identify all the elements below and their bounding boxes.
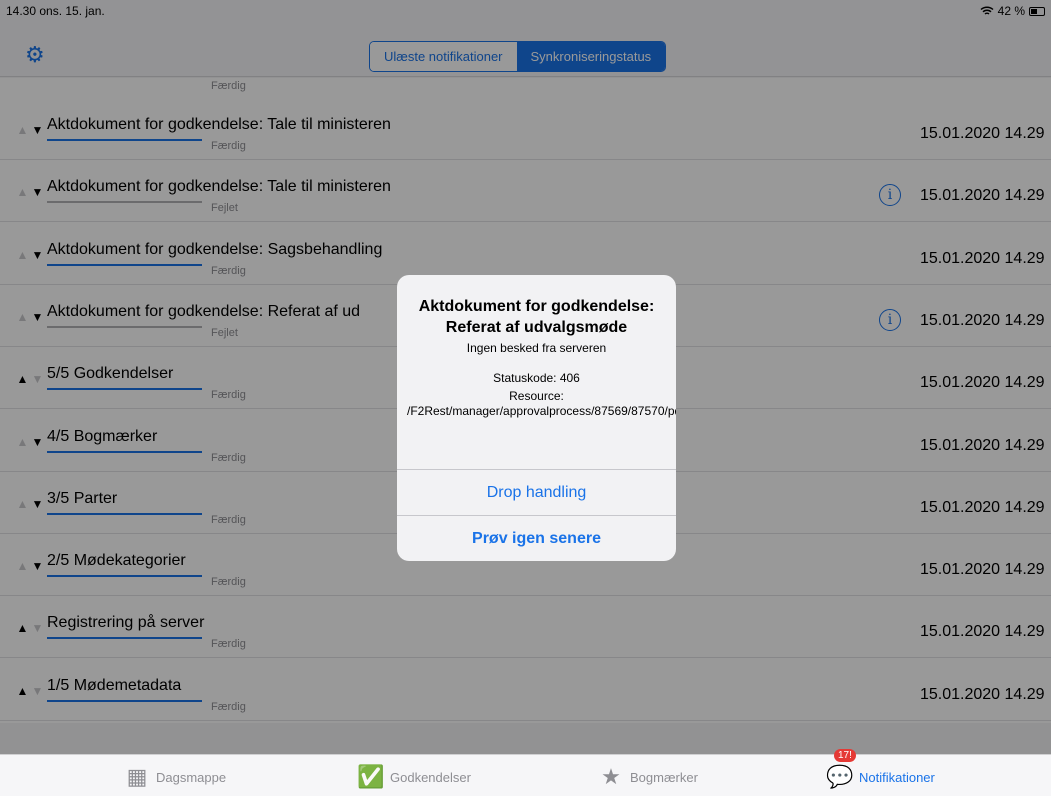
tab-godkendelser-label: Godkendelser [390,769,471,785]
check-badge-icon: ✅ [357,764,385,789]
dialog-message: Ingen besked fra serveren [466,341,607,355]
drop-action-button[interactable]: Drop handling [397,469,676,515]
tab-dagsmappe[interactable]: ▦ Dagsmappe [124,763,227,791]
error-dialog: Aktdokument for godkendelse: Referat af … [397,275,676,561]
retry-later-button[interactable]: Prøv igen senere [397,515,676,561]
chat-bubble-icon: 💬 [826,764,854,789]
dialog-status-code: Statuskode: 406 [493,371,580,385]
tab-dagsmappe-label: Dagsmappe [156,769,227,785]
tab-bar: ▦ Dagsmappe ✅ Godkendelser ★ Bogmærker 💬… [0,749,1051,796]
star-icon: ★ [601,764,621,789]
calendar-icon: ▦ [126,764,148,789]
dialog-title: Aktdokument for godkendelse: Referat af … [418,298,655,336]
tab-bogmaerker-label: Bogmærker [630,769,698,785]
dialog-resource: Resource: /F2Rest/manager/approvalproces… [407,389,676,418]
notification-badge: 17! [834,749,856,762]
tab-godkendelser[interactable]: ✅ Godkendelser [357,763,471,791]
tab-notifikationer[interactable]: 💬 Notifikationer [826,763,935,791]
tab-bogmaerker[interactable]: ★ Bogmærker [598,763,698,791]
tab-notifikationer-label: Notifikationer [859,769,935,785]
